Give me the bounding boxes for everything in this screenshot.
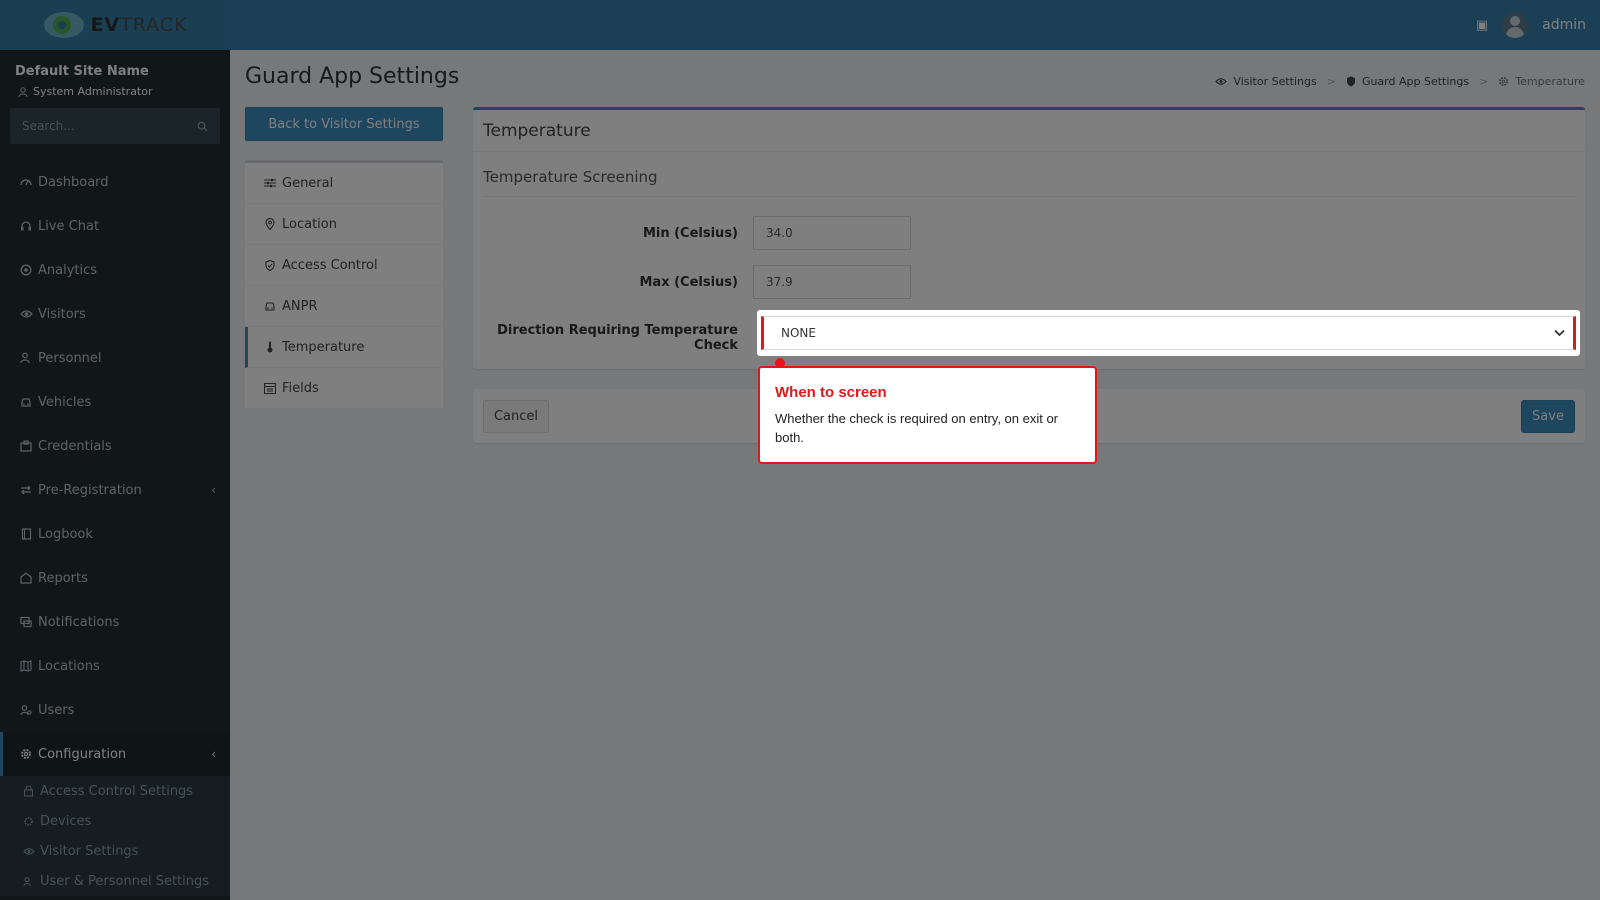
tooltip-title: When to screen	[775, 384, 887, 401]
tour-highlight: NONE	[757, 310, 1580, 356]
direction-select-value: NONE	[781, 326, 816, 340]
chevron-down-icon	[1554, 329, 1565, 337]
tooltip-text: Whether the check is required on entry, …	[775, 411, 1059, 445]
direction-select[interactable]: NONE	[761, 316, 1576, 350]
tour-tooltip: When to screen Whether the check is requ…	[758, 366, 1097, 464]
